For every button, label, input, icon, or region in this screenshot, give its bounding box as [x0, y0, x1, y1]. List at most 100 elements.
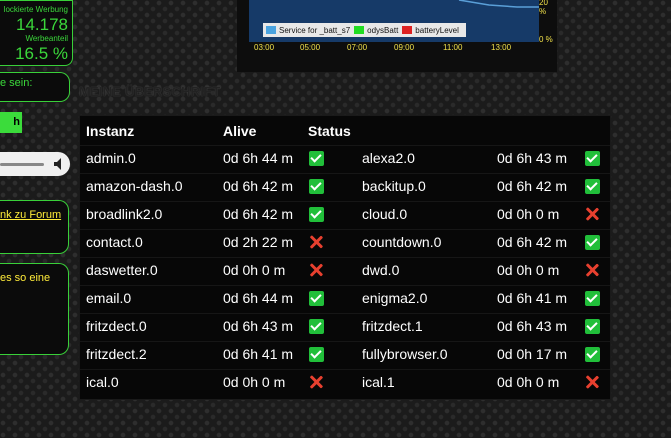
legend-item-odysbatt[interactable]: odysBatt — [354, 26, 398, 35]
instance-name: fritzdect.2 — [86, 346, 147, 362]
instance-alive-time: 0d 6h 42 m — [497, 234, 568, 250]
x-tick-label: 07:00 — [347, 43, 368, 52]
ad-share-label: Werbeanteil — [25, 34, 68, 43]
status-ok-icon — [309, 151, 324, 166]
status-ok-icon — [585, 291, 600, 306]
column-header-alive: Alive — [223, 123, 257, 139]
status-ok-icon — [309, 207, 324, 222]
instance-name: admin.0 — [86, 150, 136, 166]
x-tick-label: 11:00 — [443, 43, 463, 52]
x-tick-label: 05:00 — [300, 43, 321, 52]
instance-name: daswetter.0 — [86, 262, 158, 278]
instance-status-table: Instanz Alive Status admin.0 0d 6h 44 m am… — [79, 115, 611, 400]
status-error-icon — [585, 375, 599, 389]
chart-legend: Service for _batt_s7 odysBatt batteryLev… — [263, 23, 466, 37]
x-tick-label: 09:00 — [394, 43, 415, 52]
instance-alive-time: 0d 6h 43 m — [497, 150, 568, 166]
instance-name: email.0 — [86, 290, 132, 306]
instance-alive-time: 0d 0h 0 m — [223, 374, 286, 390]
status-error-icon — [309, 263, 323, 277]
status-ok-icon — [585, 235, 600, 250]
forum-link[interactable]: nk zu Forum — [0, 209, 61, 221]
audio-player[interactable] — [0, 152, 70, 176]
row-divider — [80, 257, 610, 258]
legend-label: odysBatt — [367, 25, 399, 35]
row-divider — [80, 341, 610, 342]
legend-label: batteryLevel — [415, 25, 459, 35]
green-action-button[interactable]: h — [0, 112, 22, 133]
instance-alive-time: 0d 0h 0 m — [497, 206, 560, 222]
status-error-icon — [309, 375, 323, 389]
status-error-icon — [585, 263, 599, 277]
chart-plot-area: Service for _batt_s7 odysBatt batteryLev… — [249, 0, 539, 42]
row-divider — [80, 229, 610, 230]
instance-alive-time: 0d 6h 44 m — [223, 290, 294, 306]
instance-name: fritzdect.0 — [86, 318, 147, 334]
instance-name: amazon-dash.0 — [86, 178, 183, 194]
status-ok-icon — [309, 291, 324, 306]
row-divider — [80, 313, 610, 314]
status-ok-icon — [309, 319, 324, 334]
column-header-status: Status — [308, 123, 351, 139]
row-divider — [80, 173, 610, 174]
instance-name: fullybrowser.0 — [362, 346, 448, 362]
battery-chart: Service for _batt_s7 odysBatt batteryLev… — [237, 0, 557, 72]
status-ok-icon — [585, 319, 600, 334]
info-text: es so eine — [0, 272, 51, 284]
instance-name: enigma2.0 — [362, 290, 428, 306]
instance-name: cloud.0 — [362, 206, 408, 222]
legend-item-batterylevel[interactable]: batteryLevel — [402, 26, 459, 35]
ad-block-stats-widget: lockierte Werbung 14.178 Werbeanteil 16.… — [0, 0, 73, 66]
status-error-icon — [585, 207, 599, 221]
audio-progress-track[interactable] — [0, 163, 44, 166]
instance-name: alexa2.0 — [362, 150, 415, 166]
speaker-icon[interactable] — [54, 157, 64, 171]
row-divider — [80, 369, 610, 370]
forum-link-widget: nk zu Forum — [0, 200, 69, 254]
instance-name: ical.1 — [362, 374, 395, 390]
status-error-icon — [309, 235, 323, 249]
instance-alive-time: 0d 6h 42 m — [223, 178, 294, 194]
instance-alive-time: 0d 6h 43 m — [223, 318, 294, 334]
blocked-ads-label: lockierte Werbung — [3, 5, 68, 14]
status-ok-icon — [585, 151, 600, 166]
blocked-ads-value: 14.178 — [16, 15, 68, 34]
legend-label: Service for _batt_s7 — [279, 25, 351, 35]
ad-share-value: 16.5 % — [15, 44, 68, 63]
instance-alive-time: 0d 0h 0 m — [497, 262, 560, 278]
instance-alive-time: 0d 2h 22 m — [223, 234, 294, 250]
instance-alive-time: 0d 0h 0 m — [223, 262, 286, 278]
instance-alive-time: 0d 6h 43 m — [497, 318, 568, 334]
x-tick-label: 13:00 — [491, 43, 512, 52]
instance-name: fritzdect.1 — [362, 318, 423, 334]
instance-alive-time: 0d 6h 41 m — [497, 290, 568, 306]
instance-name: ical.0 — [86, 374, 119, 390]
legend-item-service[interactable]: Service for _batt_s7 — [266, 26, 350, 35]
instance-name: contact.0 — [86, 234, 143, 250]
instance-name: countdown.0 — [362, 234, 442, 250]
instance-name: broadlink2.0 — [86, 206, 163, 222]
instance-alive-time: 0d 6h 41 m — [223, 346, 294, 362]
instance-alive-time: 0d 6h 42 m — [497, 178, 568, 194]
instance-name: backitup.0 — [362, 178, 426, 194]
y-tick-label: 0 % — [539, 35, 553, 44]
instance-alive-time: 0d 0h 0 m — [497, 374, 560, 390]
section-heading: MEINE ÜBERSCHRIFT — [79, 84, 221, 99]
question-text: e sein: — [0, 77, 33, 89]
status-ok-icon — [585, 347, 600, 362]
question-widget: e sein: — [0, 72, 70, 102]
instance-name: dwd.0 — [362, 262, 400, 278]
battery-series-line — [458, 0, 539, 8]
instance-alive-time: 0d 6h 42 m — [223, 206, 294, 222]
column-header-instance: Instanz — [86, 123, 135, 139]
status-ok-icon — [585, 179, 600, 194]
row-divider — [80, 285, 610, 286]
info-widget: es so eine — [0, 263, 69, 355]
y-tick-label: 20 % — [539, 0, 548, 16]
status-ok-icon — [309, 347, 324, 362]
instance-alive-time: 0d 6h 44 m — [223, 150, 294, 166]
instance-alive-time: 0d 0h 17 m — [497, 346, 568, 362]
row-divider — [80, 145, 610, 146]
row-divider — [80, 201, 610, 202]
status-ok-icon — [309, 179, 324, 194]
